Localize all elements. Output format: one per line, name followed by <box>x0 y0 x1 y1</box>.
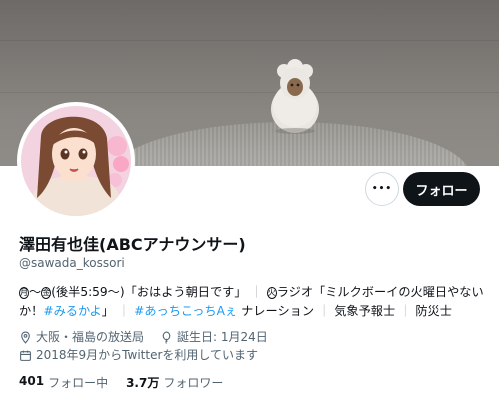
follow-stats: 401 フォロー中 3.7万 フォロワー <box>19 374 241 391</box>
separator: ｜ <box>318 304 331 318</box>
more-icon: ••• <box>371 184 393 194</box>
avatar[interactable] <box>17 102 135 220</box>
separator: ｜ <box>250 285 263 299</box>
friday-badge: 金 <box>41 286 52 299</box>
location-item: 大阪・福島の放送局 <box>19 328 144 346</box>
joined-item: 2018年9月からTwitterを利用しています <box>19 346 258 364</box>
birthday-item: 誕生日: 1月24日 <box>160 328 268 346</box>
separator: ｜ <box>117 304 131 318</box>
location-pin-icon <box>21 331 30 344</box>
user-handle: @sawada_kossori <box>19 256 125 270</box>
profile-meta: 大阪・福島の放送局 誕生日: 1月24日 2018年9月からTwitterを利用… <box>19 328 284 364</box>
display-name: 澤田有也佳(ABCアナウンサー) <box>19 235 246 254</box>
sheep-figurine-image <box>271 59 319 134</box>
more-options-button[interactable]: ••• <box>365 172 399 206</box>
tuesday-badge: 火 <box>266 286 277 299</box>
monday-badge: 月 <box>19 286 29 299</box>
followers-link[interactable]: 3.7万 フォロワー <box>126 374 223 391</box>
balloon-icon <box>162 331 171 344</box>
hashtag-acchikocchi[interactable]: #あっちこっちAぇ <box>134 302 237 321</box>
calendar-icon <box>20 350 31 361</box>
hashtag-mirukayo[interactable]: #みるかよ <box>43 302 101 321</box>
following-link[interactable]: 401 フォロー中 <box>19 374 108 391</box>
follow-button[interactable]: フォロー <box>403 172 480 206</box>
separator: ｜ <box>399 304 412 318</box>
profile-bio: 月 〜 金 (後半5:59〜)「おはよう朝日です」 ｜ 火 ラジオ「ミルクボーイ… <box>19 283 484 321</box>
